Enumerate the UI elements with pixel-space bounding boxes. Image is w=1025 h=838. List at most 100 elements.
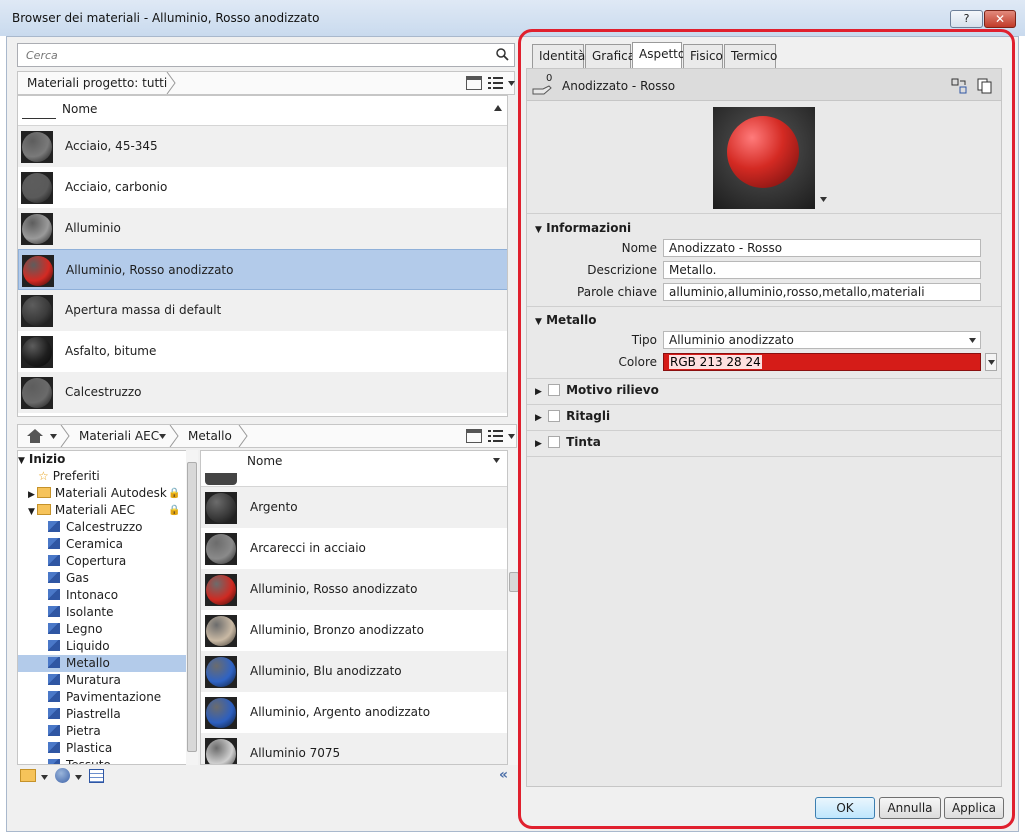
tree-category-item[interactable]: Intonaco bbox=[18, 587, 186, 604]
material-editor-icon[interactable] bbox=[89, 769, 104, 783]
material-swatch bbox=[22, 378, 52, 408]
library-asset-row[interactable]: Arcarecci in acciaio bbox=[201, 528, 507, 569]
tree-category-item[interactable]: Plastica bbox=[18, 740, 186, 757]
project-filter-bar: Materiali progetto: tutti bbox=[17, 71, 515, 95]
project-filter-dropdown[interactable]: Materiali progetto: tutti bbox=[18, 72, 185, 94]
chevron-down-icon[interactable] bbox=[75, 775, 82, 780]
search-icon[interactable] bbox=[495, 47, 509, 61]
material-swatch bbox=[22, 132, 52, 162]
library-folder-icon[interactable] bbox=[20, 769, 36, 782]
category-icon bbox=[48, 640, 60, 651]
chevron-down-icon[interactable] bbox=[493, 458, 500, 463]
thumb-column-divider bbox=[22, 118, 56, 119]
tree-autodesk-materials[interactable]: ▶ Materiali Autodesk 🔒 bbox=[28, 485, 180, 502]
tree-category-item[interactable]: Tessuto bbox=[18, 757, 186, 764]
chevron-down-icon[interactable] bbox=[41, 775, 48, 780]
asset-name: Alluminio, Rosso anodizzato bbox=[250, 582, 418, 596]
project-material-row[interactable]: Calcestruzzo bbox=[18, 372, 507, 413]
expand-icon[interactable]: ▼ bbox=[28, 507, 35, 517]
tree-favorites[interactable]: ☆ Preferiti bbox=[38, 468, 100, 485]
category-label: Plastica bbox=[66, 741, 113, 755]
library-asset-row[interactable]: Alluminio, Rosso anodizzato bbox=[201, 569, 507, 610]
project-material-row[interactable]: Asfalto, bitume bbox=[18, 331, 507, 372]
chevron-down-icon[interactable] bbox=[508, 434, 515, 439]
chevron-down-icon[interactable] bbox=[508, 81, 515, 86]
view-toggle-icon[interactable] bbox=[466, 76, 482, 90]
asset-name: Alluminio, Blu anodizzato bbox=[250, 664, 402, 678]
project-material-row[interactable]: Apertura massa di default bbox=[18, 290, 507, 331]
create-material-icon[interactable] bbox=[55, 768, 70, 783]
project-materials-list: Nome Acciaio, 45-345 Acciaio, carbonio All… bbox=[17, 95, 508, 417]
tree-scrollbar[interactable] bbox=[186, 450, 198, 765]
tree-category-item[interactable]: Metallo bbox=[18, 655, 186, 672]
tree-root[interactable]: ▼ Inizio bbox=[18, 451, 65, 468]
help-button[interactable]: ? bbox=[950, 10, 983, 28]
category-label: Copertura bbox=[66, 554, 127, 568]
tree-category-item[interactable]: Piastrella bbox=[18, 706, 186, 723]
category-label: Legno bbox=[66, 622, 103, 636]
category-icon bbox=[48, 691, 60, 702]
tree-category-item[interactable]: Legno bbox=[18, 621, 186, 638]
asset-name: Alluminio, Argento anodizzato bbox=[250, 705, 431, 719]
material-name: Asfalto, bitume bbox=[65, 344, 157, 358]
close-button[interactable]: ✕ bbox=[984, 10, 1016, 28]
search-input[interactable]: Cerca bbox=[17, 43, 515, 67]
material-thumbnail bbox=[21, 213, 53, 245]
chevron-down-icon[interactable] bbox=[50, 434, 57, 439]
material-thumbnail bbox=[21, 336, 53, 368]
material-thumbnail bbox=[21, 295, 53, 327]
project-material-row[interactable]: Acciaio, carbonio bbox=[18, 167, 507, 208]
asset-swatch bbox=[206, 698, 236, 728]
tree-category-item[interactable]: Ceramica bbox=[18, 536, 186, 553]
material-thumbnail bbox=[22, 255, 54, 287]
project-material-row[interactable]: Acciaio, 45-345 bbox=[18, 126, 507, 167]
tree-category-item[interactable]: Isolante bbox=[18, 604, 186, 621]
expand-icon[interactable]: ▼ bbox=[18, 456, 25, 466]
column-header-label: Nome bbox=[247, 454, 283, 468]
folder-open-icon bbox=[36, 504, 51, 515]
category-label: Piastrella bbox=[66, 707, 121, 721]
project-material-row[interactable]: Alluminio bbox=[18, 208, 507, 249]
partial-thumbnail bbox=[205, 473, 237, 485]
category-label: Liquido bbox=[66, 639, 110, 653]
category-label: Isolante bbox=[66, 605, 114, 619]
list-view-icon[interactable] bbox=[488, 429, 504, 443]
column-header[interactable]: Nome bbox=[18, 96, 507, 126]
material-thumbnail bbox=[21, 172, 53, 204]
tree-category-item[interactable]: Calcestruzzo bbox=[18, 519, 186, 536]
column-header[interactable]: Nome bbox=[201, 451, 507, 487]
collapse-icon[interactable]: ▶ bbox=[28, 490, 35, 500]
tree-aec-materials[interactable]: ▼ Materiali AEC 🔒 bbox=[28, 502, 180, 519]
category-label: Calcestruzzo bbox=[66, 520, 143, 534]
chevron-right-icon bbox=[169, 425, 179, 447]
library-asset-row[interactable]: Argento bbox=[201, 487, 507, 528]
highlight-outline bbox=[518, 29, 1015, 829]
tree-category-item[interactable]: Gas bbox=[18, 570, 186, 587]
scrollbar-thumb[interactable] bbox=[187, 462, 197, 752]
tree-category-item[interactable]: Pavimentazione bbox=[18, 689, 186, 706]
home-icon[interactable] bbox=[27, 429, 43, 443]
library-tree: ▼ Inizio ☆ Preferiti ▶ Materiali Autodesk 🔒 … bbox=[17, 450, 187, 765]
chevron-down-icon[interactable] bbox=[159, 434, 166, 439]
window-title: Browser dei materiali - Alluminio, Rosso… bbox=[12, 11, 320, 25]
material-swatch bbox=[22, 173, 52, 203]
library-asset-row[interactable]: Alluminio, Bronzo anodizzato bbox=[201, 610, 507, 651]
tree-category-item[interactable]: Muratura bbox=[18, 672, 186, 689]
asset-name: Arcarecci in acciaio bbox=[250, 541, 366, 555]
tree-category-item[interactable]: Copertura bbox=[18, 553, 186, 570]
library-asset-row[interactable]: Alluminio, Blu anodizzato bbox=[201, 651, 507, 692]
collapse-panel-icon[interactable]: « bbox=[499, 767, 508, 783]
library-asset-row[interactable]: Alluminio 7075 bbox=[201, 733, 507, 764]
asset-name: Alluminio, Bronzo anodizzato bbox=[250, 623, 424, 637]
asset-swatch bbox=[206, 493, 236, 523]
list-view-icon[interactable] bbox=[488, 76, 504, 90]
tree-category-item[interactable]: Pietra bbox=[18, 723, 186, 740]
material-name: Calcestruzzo bbox=[65, 385, 142, 399]
asset-thumbnail bbox=[205, 533, 237, 565]
chevron-right-icon bbox=[60, 425, 70, 447]
view-toggle-icon[interactable] bbox=[466, 429, 482, 443]
tree-category-item[interactable]: Liquido bbox=[18, 638, 186, 655]
project-material-row[interactable]: Alluminio, Rosso anodizzato bbox=[18, 249, 507, 290]
category-label: Pavimentazione bbox=[66, 690, 162, 704]
library-asset-row[interactable]: Alluminio, Argento anodizzato bbox=[201, 692, 507, 733]
